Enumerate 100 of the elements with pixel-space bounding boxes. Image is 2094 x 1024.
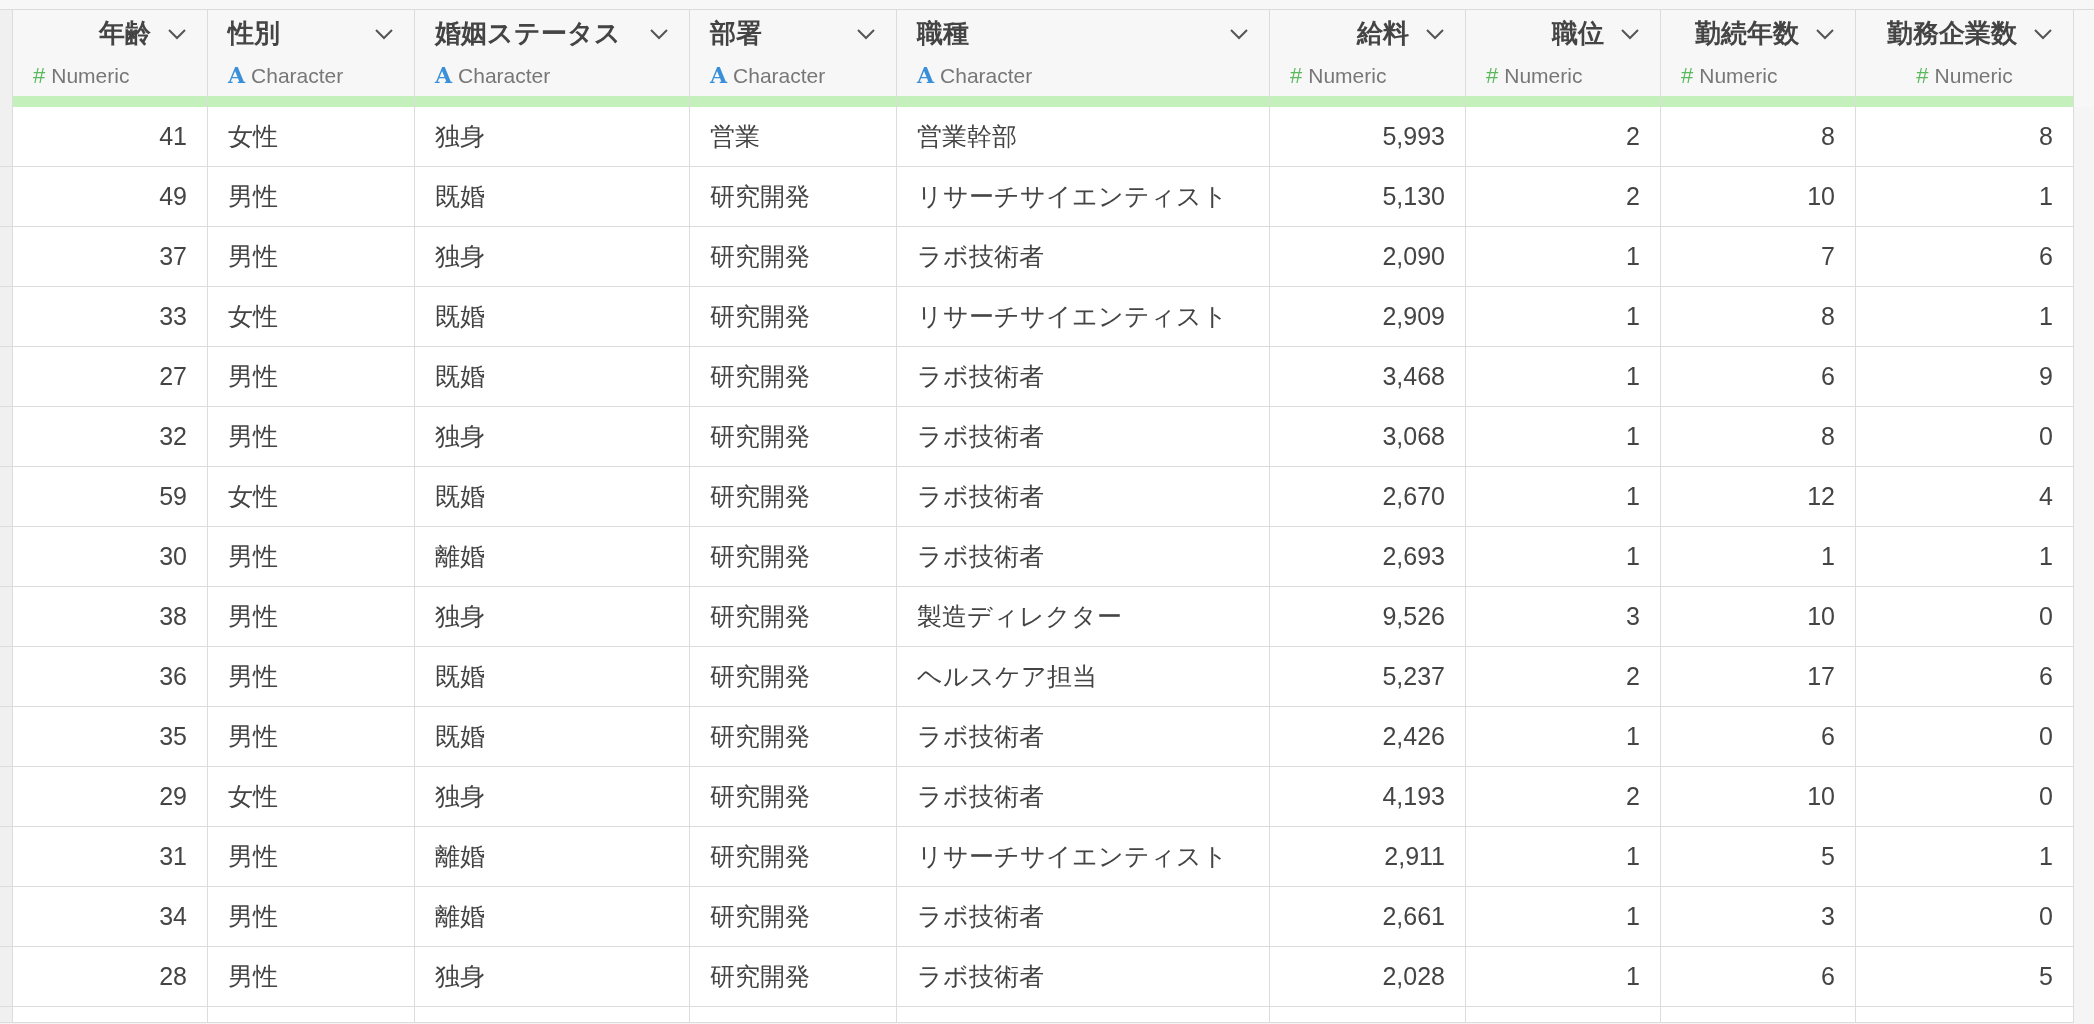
table-cell: 2,693 bbox=[1270, 527, 1466, 587]
table-cell: ラボ技術者 bbox=[897, 467, 1270, 527]
table-cell: 6 bbox=[1661, 707, 1856, 767]
table-cell: 女性 bbox=[208, 767, 415, 827]
column-header[interactable]: 年齢 # Numeric bbox=[13, 10, 208, 107]
table-cell: 研究開発 bbox=[690, 947, 897, 1007]
table-cell: 30 bbox=[13, 527, 208, 587]
chevron-down-icon[interactable] bbox=[1425, 27, 1445, 40]
column-type-label: Character bbox=[733, 62, 826, 89]
table-cell: 2 bbox=[1466, 107, 1661, 167]
table-cell: 1 bbox=[1856, 167, 2074, 227]
row-gutter bbox=[0, 707, 13, 767]
column-header-title: 婚姻ステータス bbox=[435, 17, 621, 50]
table-cell: 2,911 bbox=[1270, 827, 1466, 887]
table-cell: リサーチサイエンティスト bbox=[897, 287, 1270, 347]
table-cell: 36 bbox=[13, 647, 208, 707]
chevron-down-icon[interactable] bbox=[2033, 27, 2053, 40]
chevron-down-icon[interactable] bbox=[1620, 27, 1640, 40]
row-gutter bbox=[0, 587, 13, 647]
table-cell: 1 bbox=[1466, 467, 1661, 527]
row-gutter bbox=[0, 227, 13, 287]
table-cell: 0 bbox=[1856, 707, 2074, 767]
column-type-label: Numeric bbox=[1934, 62, 2013, 89]
row-gutter bbox=[0, 767, 13, 827]
column-header[interactable]: 給料 # Numeric bbox=[1270, 10, 1466, 107]
table-cell: 1 bbox=[1466, 887, 1661, 947]
table-cell: 独身 bbox=[415, 587, 690, 647]
table-cell: 1 bbox=[1856, 827, 2074, 887]
column-type-label: Character bbox=[251, 62, 344, 89]
column-header-title: 給料 bbox=[1357, 17, 1409, 50]
column-header-title: 勤続年数 bbox=[1695, 17, 1799, 50]
table-cell: 1 bbox=[1466, 947, 1661, 1007]
table-cell: 1 bbox=[1466, 527, 1661, 587]
column-type-label: Character bbox=[458, 62, 551, 89]
table-cell: ラボ技術者 bbox=[897, 887, 1270, 947]
table-cell: 研究開発 bbox=[690, 647, 897, 707]
table-cell: 1 bbox=[1856, 527, 2074, 587]
hash-icon: # bbox=[1290, 59, 1303, 92]
chevron-down-icon[interactable] bbox=[374, 27, 394, 40]
table-cell: 男性 bbox=[208, 347, 415, 407]
column-header[interactable]: 性別 A Character bbox=[208, 10, 415, 107]
table-cell: 2,670 bbox=[1270, 467, 1466, 527]
table-cell: 男性 bbox=[208, 707, 415, 767]
column-header[interactable]: 部署 A Character bbox=[690, 10, 897, 107]
column-header[interactable]: 職種 A Character bbox=[897, 10, 1270, 107]
table-cell: 2 bbox=[1466, 167, 1661, 227]
table-cell: 6 bbox=[1661, 347, 1856, 407]
table-cell: 28 bbox=[13, 947, 208, 1007]
hash-icon: # bbox=[33, 59, 46, 92]
row-gutter bbox=[0, 347, 13, 407]
table-cell: 既婚 bbox=[415, 347, 690, 407]
column-type-label: Character bbox=[940, 62, 1033, 89]
table-cell: 女性 bbox=[208, 287, 415, 347]
column-header-title: 性別 bbox=[228, 17, 280, 50]
chevron-down-icon[interactable] bbox=[1815, 27, 1835, 40]
table-cell: 4,193 bbox=[1270, 767, 1466, 827]
table-cell: 2,909 bbox=[1270, 287, 1466, 347]
table-cell: 1 bbox=[1466, 827, 1661, 887]
chevron-down-icon[interactable] bbox=[1229, 27, 1249, 40]
letter-a-icon: A bbox=[228, 59, 246, 92]
column-header[interactable]: 婚姻ステータス A Character bbox=[415, 10, 690, 107]
table-cell: 男性 bbox=[208, 827, 415, 887]
table-cell: 独身 bbox=[415, 107, 690, 167]
table-cell: 既婚 bbox=[415, 167, 690, 227]
table-cell: 研究開発 bbox=[690, 587, 897, 647]
table-cell: 1 bbox=[1856, 287, 2074, 347]
letter-a-icon: A bbox=[917, 59, 935, 92]
table-cell: 1 bbox=[1466, 227, 1661, 287]
table-cell: ラボ技術者 bbox=[897, 407, 1270, 467]
column-header[interactable]: 勤務企業数 # Numeric bbox=[1856, 10, 2074, 107]
row-gutter bbox=[0, 647, 13, 707]
table-cell: 研究開発 bbox=[690, 827, 897, 887]
table-cell: ラボ技術者 bbox=[897, 527, 1270, 587]
column-header-title: 職種 bbox=[917, 17, 969, 50]
column-type-label: Numeric bbox=[1699, 62, 1778, 89]
table-cell: 1 bbox=[1466, 407, 1661, 467]
table-cell: 37 bbox=[13, 227, 208, 287]
table-cell: 女性 bbox=[208, 107, 415, 167]
chevron-down-icon[interactable] bbox=[856, 27, 876, 40]
table-cell: 研究開発 bbox=[690, 287, 897, 347]
table-cell: 29 bbox=[13, 767, 208, 827]
column-header[interactable]: 職位 # Numeric bbox=[1466, 10, 1661, 107]
table-cell: 独身 bbox=[415, 227, 690, 287]
table-cell: ラボ技術者 bbox=[897, 947, 1270, 1007]
table-cell: 33 bbox=[13, 287, 208, 347]
table-cell: 27 bbox=[13, 347, 208, 407]
chevron-down-icon[interactable] bbox=[167, 27, 187, 40]
table-cell: 5 bbox=[1661, 827, 1856, 887]
column-header-title: 年齢 bbox=[99, 17, 151, 50]
table-cell: 1 bbox=[1466, 287, 1661, 347]
table-cell: 研究開発 bbox=[690, 227, 897, 287]
table-cell: 34 bbox=[13, 887, 208, 947]
table-cell: ヘルスケア担当 bbox=[897, 647, 1270, 707]
table-cell: 32 bbox=[13, 407, 208, 467]
table-cell: 5 bbox=[1856, 947, 2074, 1007]
table-cell: 営業 bbox=[690, 107, 897, 167]
chevron-down-icon[interactable] bbox=[649, 27, 669, 40]
table-cell: 研究開発 bbox=[690, 347, 897, 407]
table-cell: ラボ技術者 bbox=[897, 767, 1270, 827]
column-header[interactable]: 勤続年数 # Numeric bbox=[1661, 10, 1856, 107]
